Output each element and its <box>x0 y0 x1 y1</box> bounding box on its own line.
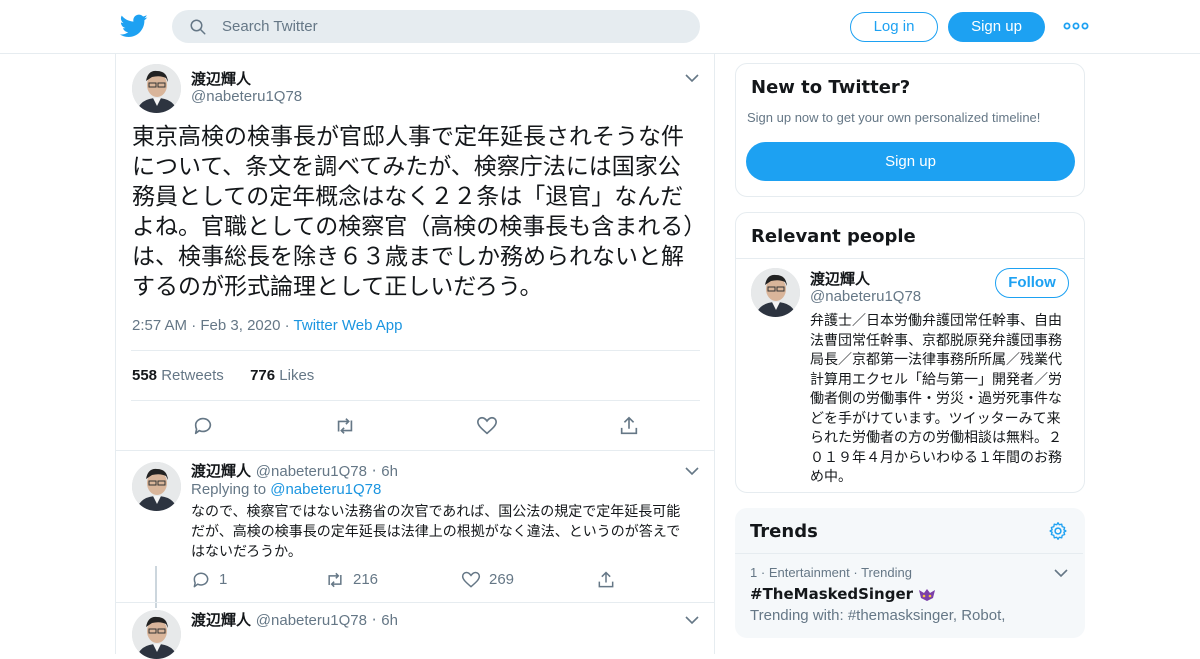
retweet-action[interactable]: 216 <box>325 570 378 590</box>
reply-action[interactable]: 1 <box>191 570 227 590</box>
tweet-date[interactable]: Feb 3, 2020 <box>200 317 280 334</box>
avatar[interactable] <box>132 64 181 113</box>
separator-dot: · <box>191 317 201 334</box>
chevron-down-icon[interactable] <box>1054 568 1068 578</box>
retweet-icon[interactable] <box>334 415 356 437</box>
person-bio: 弁護士／日本労働弁護団常任幹事、自由法曹団常任幹事、京都脱原発弁護団事務局長／京… <box>810 313 1062 485</box>
sidebar-signup-button[interactable]: Sign up <box>746 142 1075 181</box>
author-name[interactable]: 渡辺輝人 <box>191 68 251 89</box>
search-input[interactable] <box>222 10 682 43</box>
separator-dot: · <box>853 565 862 580</box>
like-heart-icon[interactable] <box>476 415 498 437</box>
avatar[interactable] <box>751 268 800 317</box>
person-name[interactable]: 渡辺輝人 <box>810 268 870 289</box>
like-heart-icon <box>461 571 481 588</box>
tweet-time[interactable]: 2:57 AM <box>132 317 187 334</box>
like-count: 269 <box>489 570 515 588</box>
retweets-stat[interactable]: 558 Retweets <box>132 367 224 384</box>
tweet-thread-column: 渡辺輝人 @nabeteru1Q78 東京高検の検事長が官邸人事で定年延長されそ… <box>115 54 715 659</box>
author-handle[interactable]: @nabeteru1Q78 <box>191 88 302 105</box>
trend-meta: 1 · Entertainment · Trending <box>750 565 912 580</box>
person-photo-icon <box>751 268 800 317</box>
tweet-age[interactable]: 6h <box>381 612 398 629</box>
divider <box>735 553 1083 554</box>
divider <box>116 602 714 603</box>
tweet-timestamp: 2:57 AM · Feb 3, 2020 · Twitter Web App <box>132 317 402 334</box>
card-title: Relevant people <box>751 226 916 247</box>
avatar[interactable] <box>132 610 181 659</box>
login-button[interactable]: Log in <box>850 12 938 42</box>
tweet-age[interactable]: 6h <box>381 463 398 480</box>
card-subtitle: Sign up now to get your own personalized… <box>747 110 1041 125</box>
reply-header: 渡辺輝人 @nabeteru1Q78 · 6h <box>191 609 398 630</box>
trend-item[interactable]: #TheMaskedSinger <box>750 585 936 603</box>
replying-to-label: Replying to <box>191 481 267 498</box>
trend-related: Trending with: #themasksinger, Robot, <box>750 607 1006 624</box>
likes-label: Likes <box>279 367 315 384</box>
reply-icon <box>193 572 209 588</box>
author-name[interactable]: 渡辺輝人 <box>191 462 251 480</box>
like-action[interactable]: 269 <box>461 570 514 590</box>
likes-count: 776 <box>250 367 276 384</box>
tweet-stats: 558 Retweets 776 Likes <box>132 367 314 384</box>
author-handle[interactable]: @nabeteru1Q78 <box>256 612 367 629</box>
separator-dot: · <box>371 611 377 629</box>
tweet-text: 東京高検の検事長が官邸人事で定年延長されそうな件について、条文を調べてみたが、検… <box>132 124 695 300</box>
replying-to-handle-link[interactable]: @nabeteru1Q78 <box>270 481 381 498</box>
share-icon[interactable] <box>618 415 640 437</box>
chevron-down-icon[interactable] <box>685 615 699 625</box>
reply-header: 渡辺輝人 @nabeteru1Q78 · 6h <box>191 460 398 481</box>
relevant-people-card: Relevant people 渡辺輝人 @nabeteru1Q78 Follo… <box>735 212 1085 493</box>
follow-button[interactable]: Follow <box>995 268 1069 298</box>
author-handle[interactable]: @nabeteru1Q78 <box>256 463 367 480</box>
author-name[interactable]: 渡辺輝人 <box>191 611 251 629</box>
retweet-count: 216 <box>353 570 379 588</box>
separator-dot: · <box>760 565 769 580</box>
separator-dot: · <box>284 317 294 334</box>
trend-rank: 1 <box>750 565 758 580</box>
settings-gear-icon[interactable] <box>1048 521 1068 541</box>
trend-category: Entertainment <box>768 565 850 580</box>
replying-to: Replying to @nabeteru1Q78 <box>191 481 381 498</box>
search-icon <box>190 19 206 35</box>
reply-text: なので、検察官ではない法務省の次官であれば、国公法の規定で定年延長可能だが、高検… <box>191 504 681 560</box>
signup-button[interactable]: Sign up <box>948 12 1045 42</box>
card-title: Trends <box>750 521 818 542</box>
chevron-down-icon[interactable] <box>685 73 699 83</box>
person-handle[interactable]: @nabeteru1Q78 <box>810 288 921 305</box>
likes-stat[interactable]: 776 Likes <box>250 367 314 384</box>
person-photo-icon <box>132 610 181 659</box>
card-title: New to Twitter? <box>751 77 911 98</box>
retweet-icon <box>328 572 342 588</box>
separator-dot: · <box>371 462 377 480</box>
reply-icon[interactable] <box>192 415 214 437</box>
retweets-label: Retweets <box>161 367 224 384</box>
person-photo-icon <box>132 64 181 113</box>
retweets-count: 558 <box>132 367 158 384</box>
tweet-source-link[interactable]: Twitter Web App <box>294 317 403 334</box>
trend-status: Trending <box>861 565 912 580</box>
divider <box>116 450 714 451</box>
masked-singer-emoji-icon <box>919 588 936 601</box>
search-box[interactable] <box>172 10 700 43</box>
avatar[interactable] <box>132 462 181 511</box>
divider <box>736 258 1084 259</box>
person-photo-icon <box>132 462 181 511</box>
top-navigation-bar: Log in Sign up <box>0 0 1200 54</box>
twitter-bird-logo-icon[interactable] <box>119 12 149 40</box>
reply-count: 1 <box>219 570 228 588</box>
trends-card: Trends 1 · Entertainment · Trending #The… <box>735 508 1085 638</box>
divider <box>131 350 700 351</box>
chevron-down-icon[interactable] <box>685 466 699 476</box>
new-to-twitter-card: New to Twitter? Sign up now to get your … <box>735 63 1085 197</box>
more-options-icon[interactable] <box>1062 16 1090 36</box>
share-icon[interactable] <box>596 570 616 590</box>
divider <box>131 400 700 401</box>
trend-hashtag: #TheMaskedSinger <box>750 585 914 603</box>
